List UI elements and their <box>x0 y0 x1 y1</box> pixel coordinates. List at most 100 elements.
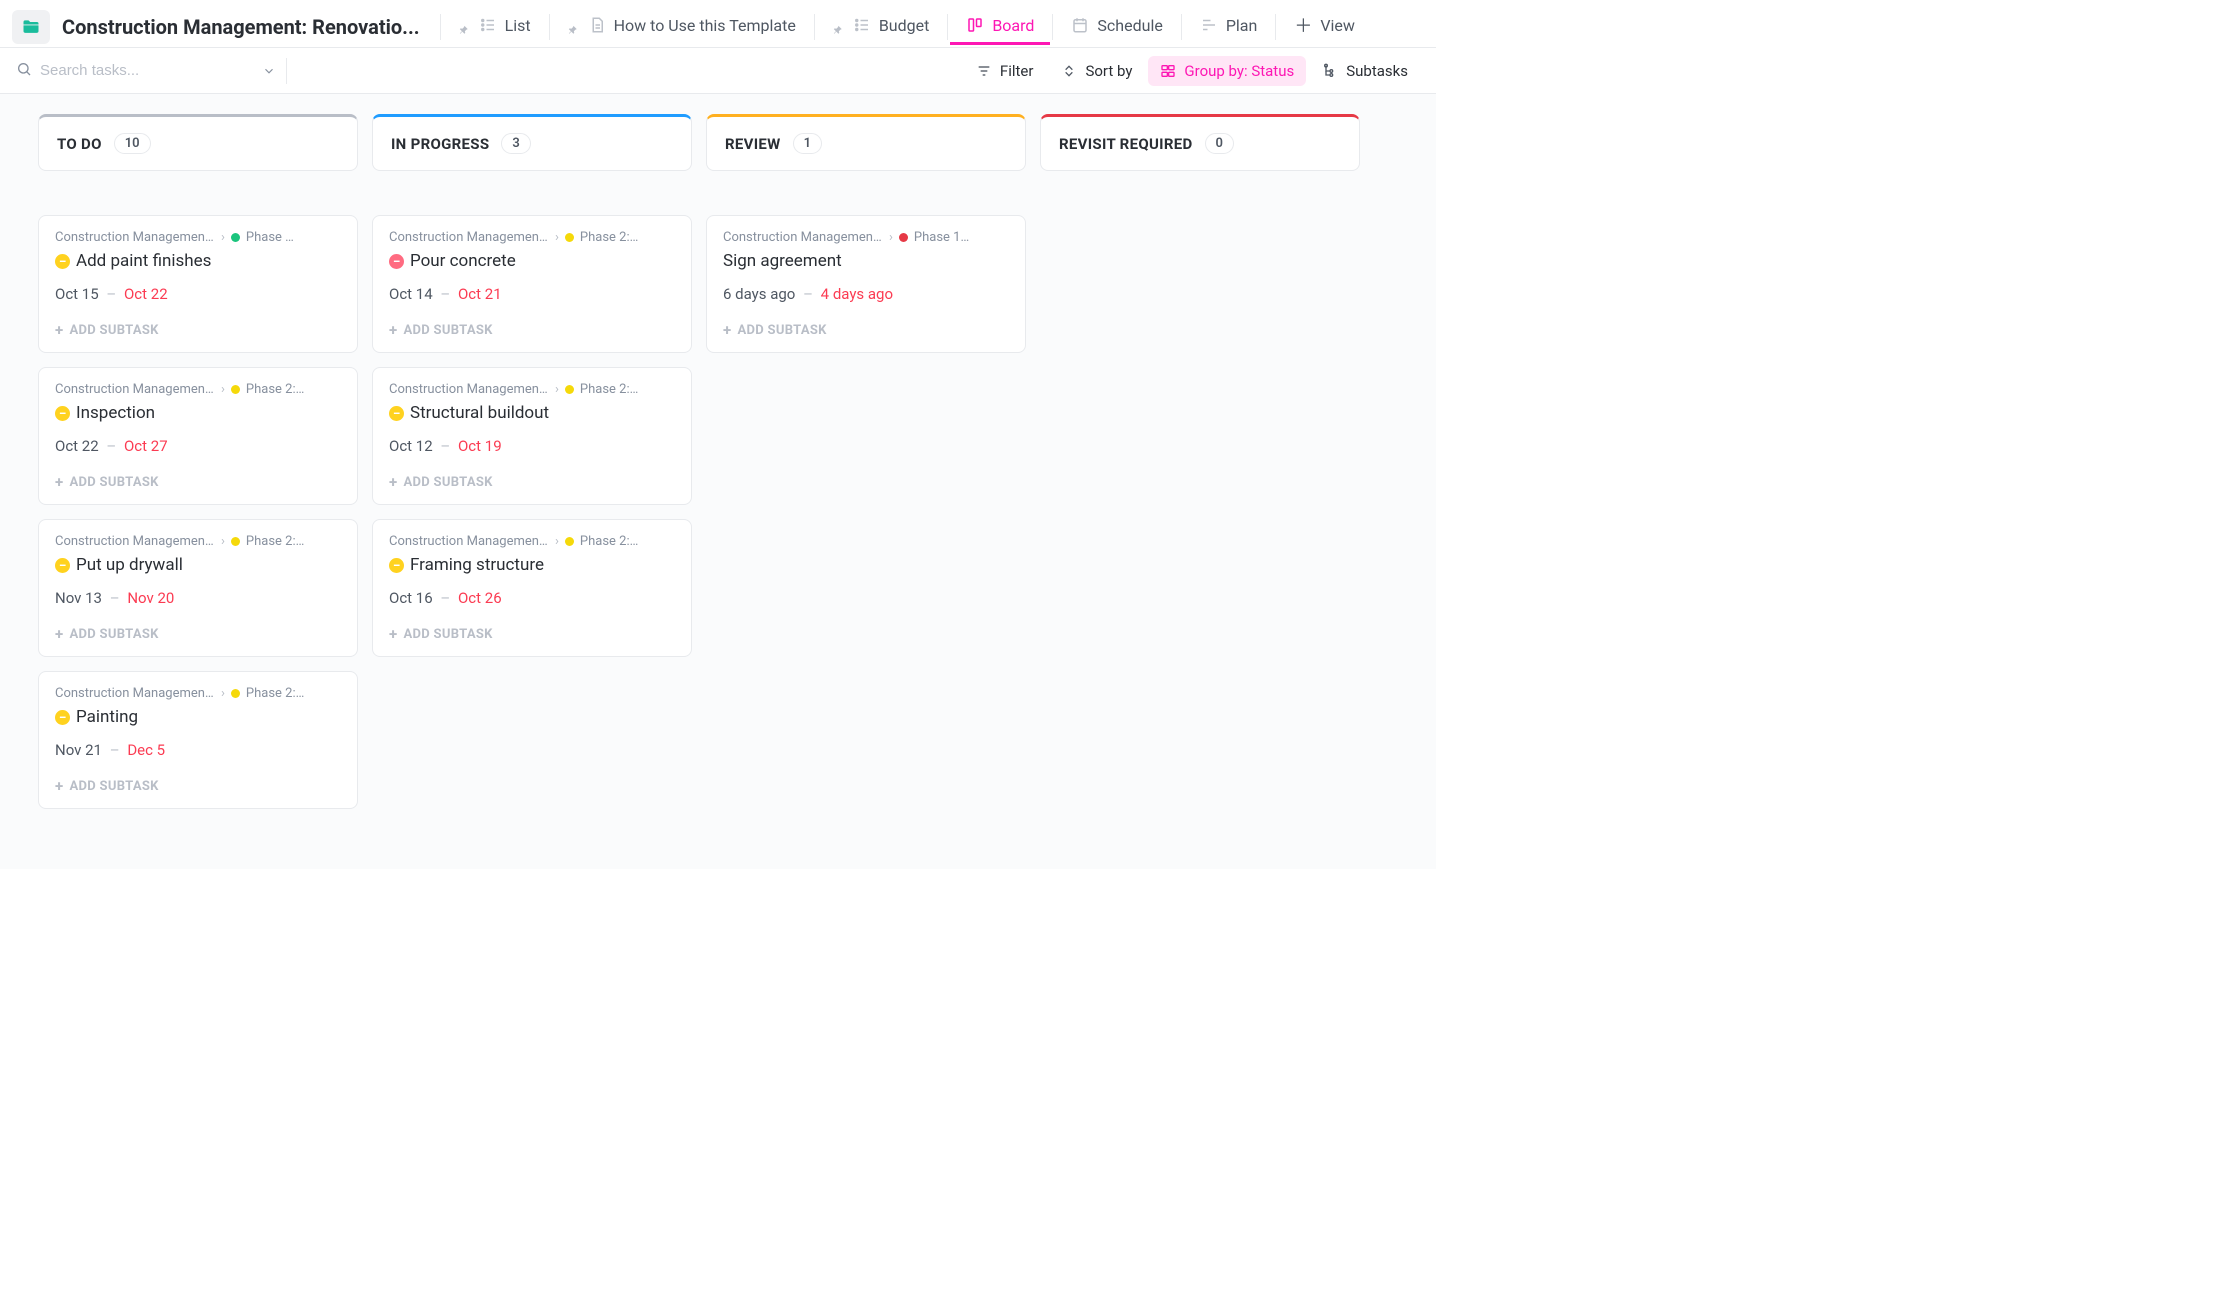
start-date: Oct 22 <box>55 437 99 455</box>
chevron-right-icon: › <box>555 534 559 549</box>
card-title-row: – Framing structure <box>389 555 675 575</box>
task-card[interactable]: Construction Management: Ren… › Phase … … <box>38 215 358 353</box>
start-date: 6 days ago <box>723 285 795 303</box>
task-card[interactable]: Construction Management: R… › Phase 2:… … <box>38 367 358 505</box>
tab-divider <box>440 14 441 40</box>
card-title-row: – Put up drywall <box>55 555 341 575</box>
column-header[interactable]: REVIEW1 <box>706 114 1026 171</box>
add-subtask-button[interactable]: + ADD SUBTASK <box>55 627 341 642</box>
page-title[interactable]: Construction Management: Renovatio... <box>62 15 420 39</box>
groupby-button[interactable]: Group by: Status <box>1148 56 1306 86</box>
tab-schedule[interactable]: Schedule <box>1055 6 1178 47</box>
date-range: Oct 16 – Oct 26 <box>389 589 675 607</box>
tab-list[interactable]: List <box>443 6 547 47</box>
add-subtask-label: ADD SUBTASK <box>69 323 158 338</box>
phase-dot <box>565 233 574 242</box>
column-header[interactable]: IN PROGRESS 3 <box>372 114 692 171</box>
column-count: 3 <box>501 133 530 154</box>
phase-dot <box>231 233 240 242</box>
plus-icon: + <box>55 779 63 794</box>
add-subtask-label: ADD SUBTASK <box>403 323 492 338</box>
date-range: 6 days ago – 4 days ago <box>723 285 1009 303</box>
start-date: Oct 14 <box>389 285 433 303</box>
column-progress: IN PROGRESS 3 Construction Management: R…… <box>372 114 692 657</box>
column-header[interactable]: TO DO10 <box>38 114 358 171</box>
date-separator: – <box>110 741 120 759</box>
add-subtask-button[interactable]: + ADD SUBTASK <box>55 475 341 490</box>
filter-button[interactable]: Filter <box>964 56 1046 86</box>
phase-dot <box>899 233 908 242</box>
add-subtask-label: ADD SUBTASK <box>69 779 158 794</box>
plus-icon: + <box>55 323 63 338</box>
add-subtask-button[interactable]: + ADD SUBTASK <box>723 323 1009 338</box>
subtasks-button[interactable]: Subtasks <box>1310 56 1420 86</box>
gantt-icon <box>1200 16 1218 34</box>
breadcrumb-project: Construction Management: R… <box>55 686 215 701</box>
toolbar-right: Filter Sort by Group by: Status Subtasks <box>964 56 1420 86</box>
sort-button[interactable]: Sort by <box>1049 56 1144 86</box>
add-subtask-button[interactable]: + ADD SUBTASK <box>389 627 675 642</box>
task-card[interactable]: Construction Management: R… › Phase 2:… … <box>372 215 692 353</box>
column-count: 1 <box>793 133 822 154</box>
breadcrumb: Construction Management: R… › Phase 2:… <box>389 230 675 245</box>
column-review: REVIEW1 Construction Management: Ren… › … <box>706 114 1026 353</box>
pin-icon <box>833 20 843 30</box>
chevron-right-icon: › <box>889 230 893 245</box>
column-title: IN PROGRESS <box>391 135 489 153</box>
cards-container: Construction Management: Ren… › Phase 1…… <box>706 215 1026 353</box>
tab-label: How to Use this Template <box>614 16 796 35</box>
calendar-icon <box>1071 16 1089 34</box>
task-card[interactable]: Construction Management: R… › Phase 2:… … <box>372 367 692 505</box>
breadcrumb-project: Construction Management: R… <box>389 230 549 245</box>
date-range: Nov 21 – Dec 5 <box>55 741 341 759</box>
breadcrumb-project: Construction Management: Ren… <box>55 230 215 245</box>
search-input[interactable] <box>40 62 200 79</box>
start-date: Nov 13 <box>55 589 102 607</box>
tab-divider <box>947 14 948 40</box>
plus-icon: + <box>55 627 63 642</box>
add-subtask-label: ADD SUBTASK <box>69 475 158 490</box>
due-date: Oct 26 <box>458 589 502 607</box>
date-range: Oct 15 – Oct 22 <box>55 285 341 303</box>
chevron-right-icon: › <box>221 230 225 245</box>
column-header[interactable]: REVISIT REQUIRED0 <box>1040 114 1360 171</box>
card-title-row: – Painting <box>55 707 341 727</box>
chevron-down-icon[interactable] <box>262 64 276 78</box>
task-card[interactable]: Construction Management: R… › Phase 2:… … <box>38 519 358 657</box>
task-card[interactable]: Construction Management: R… › Phase 2:… … <box>372 519 692 657</box>
breadcrumb-phase: Phase 2:… <box>580 230 638 245</box>
phase-dot <box>565 385 574 394</box>
tab-budget[interactable]: Budget <box>817 6 946 47</box>
toolbar: Filter Sort by Group by: Status Subtasks <box>0 48 1436 94</box>
plus-icon: + <box>389 475 397 490</box>
start-date: Oct 15 <box>55 285 99 303</box>
add-subtask-button[interactable]: + ADD SUBTASK <box>389 323 675 338</box>
toolbar-divider <box>286 58 287 84</box>
breadcrumb: Construction Management: Ren… › Phase 1… <box>723 230 1009 245</box>
list-icon <box>479 16 497 34</box>
phase-dot <box>231 385 240 394</box>
list-icon <box>853 16 871 34</box>
breadcrumb-project: Construction Management: Ren… <box>723 230 883 245</box>
breadcrumb-project: Construction Management: R… <box>55 534 215 549</box>
add-view-button[interactable]: ＋ View <box>1278 6 1371 47</box>
sort-label: Sort by <box>1085 62 1132 80</box>
tab-board[interactable]: Board <box>950 6 1050 47</box>
add-subtask-button[interactable]: + ADD SUBTASK <box>389 475 675 490</box>
card-title-row: – Inspection <box>55 403 341 423</box>
tab-divider <box>1275 14 1276 40</box>
column-count: 0 <box>1205 133 1234 154</box>
task-card[interactable]: Construction Management: Ren… › Phase 1…… <box>706 215 1026 353</box>
tab-howto[interactable]: How to Use this Template <box>552 6 812 47</box>
date-separator: – <box>803 285 813 303</box>
add-subtask-button[interactable]: + ADD SUBTASK <box>55 779 341 794</box>
phase-dot <box>231 689 240 698</box>
start-date: Nov 21 <box>55 741 102 759</box>
tab-plan[interactable]: Plan <box>1184 6 1274 47</box>
folder-icon[interactable] <box>12 10 50 44</box>
date-separator: – <box>440 285 450 303</box>
add-subtask-label: ADD SUBTASK <box>403 475 492 490</box>
task-card[interactable]: Construction Management: R… › Phase 2:… … <box>38 671 358 809</box>
add-subtask-button[interactable]: + ADD SUBTASK <box>55 323 341 338</box>
breadcrumb-project: Construction Management: R… <box>55 382 215 397</box>
